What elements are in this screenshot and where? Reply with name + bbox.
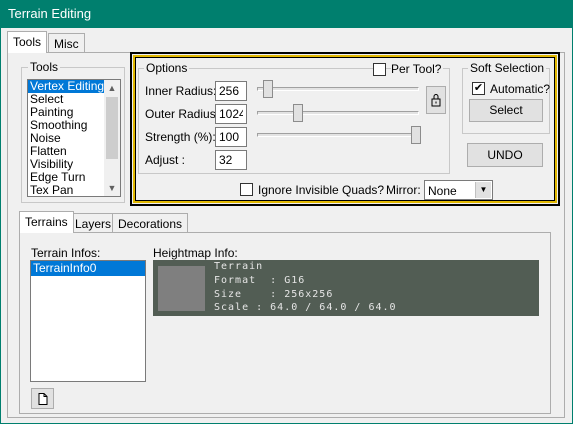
outer-radius-slider-thumb[interactable] bbox=[293, 104, 303, 122]
heightmap-info-label: Heightmap Info: bbox=[153, 246, 238, 260]
new-terrain-info-button[interactable] bbox=[31, 388, 54, 409]
inner-radius-slider[interactable] bbox=[257, 87, 419, 91]
tab-misc[interactable]: Misc bbox=[48, 33, 85, 53]
tab-layers-label: Layers bbox=[75, 217, 112, 231]
inner-radius-input[interactable] bbox=[215, 81, 247, 101]
mirror-label: Mirror: bbox=[386, 183, 421, 197]
automatic-checkbox[interactable]: ✔ bbox=[472, 82, 485, 95]
outer-radius-label: Outer Radius: bbox=[145, 107, 220, 121]
scroll-thumb[interactable] bbox=[106, 97, 118, 159]
heightmap-line-format: Format : G16 bbox=[214, 275, 306, 286]
terrain-info-item[interactable]: TerrainInfo0 bbox=[31, 261, 145, 276]
automatic-label: Automatic? bbox=[490, 82, 551, 96]
soft-selection-title: Soft Selection bbox=[468, 61, 547, 75]
tab-terrains-label: Terrains bbox=[25, 215, 68, 229]
per-tool-label: Per Tool? bbox=[391, 62, 444, 76]
strength-input[interactable] bbox=[215, 127, 247, 147]
ignore-invisible-label: Ignore Invisible Quads? bbox=[258, 183, 385, 197]
strength-label: Strength (%): bbox=[145, 130, 216, 144]
outer-radius-input[interactable] bbox=[215, 104, 247, 124]
mirror-select[interactable]: None ▼ bbox=[424, 180, 493, 200]
lock-button[interactable] bbox=[426, 86, 446, 114]
scroll-up-icon[interactable]: ▲ bbox=[104, 80, 120, 96]
options-group-title: Options bbox=[144, 61, 190, 75]
tools-group-title: Tools bbox=[28, 60, 61, 74]
inner-radius-slider-thumb[interactable] bbox=[263, 80, 273, 98]
inner-radius-label: Inner Radius: bbox=[145, 84, 217, 98]
select-button[interactable]: Select bbox=[469, 99, 543, 122]
adjust-label: Adjust : bbox=[145, 153, 186, 167]
new-document-icon bbox=[38, 393, 47, 405]
tab-misc-label: Misc bbox=[54, 37, 79, 51]
strength-slider-thumb[interactable] bbox=[411, 126, 421, 144]
chevron-down-icon[interactable]: ▼ bbox=[475, 182, 491, 198]
tab-layers[interactable]: Layers bbox=[69, 213, 118, 233]
scroll-down-icon[interactable]: ▼ bbox=[104, 180, 120, 196]
tab-decorations[interactable]: Decorations bbox=[112, 213, 189, 233]
heightmap-line-name: Terrain bbox=[214, 261, 264, 272]
terrain-infos-listbox[interactable]: TerrainInfo0 bbox=[30, 260, 146, 382]
tools-scrollbar[interactable]: ▲ ▼ bbox=[104, 80, 120, 196]
tab-tools[interactable]: Tools bbox=[7, 31, 48, 53]
strength-slider[interactable] bbox=[257, 133, 419, 137]
per-tool-checkbox[interactable] bbox=[373, 63, 386, 76]
heightmap-line-size: Size : 256x256 bbox=[214, 289, 334, 300]
heightmap-info-panel: Terrain Format : G16 Size : 256x256 Scal… bbox=[153, 260, 539, 316]
outer-radius-slider[interactable] bbox=[257, 111, 419, 115]
heightmap-line-scale: Scale : 64.0 / 64.0 / 64.0 bbox=[214, 302, 397, 313]
terrain-infos-label: Terrain Infos: bbox=[31, 246, 101, 260]
tab-terrains[interactable]: Terrains bbox=[19, 211, 74, 233]
tab-tools-label: Tools bbox=[13, 35, 42, 49]
tab-decorations-label: Decorations bbox=[118, 217, 183, 231]
lock-icon bbox=[431, 94, 441, 107]
ignore-invisible-checkbox[interactable] bbox=[240, 183, 253, 196]
undo-button[interactable]: UNDO bbox=[467, 143, 543, 167]
tools-listbox[interactable]: Vertex Editing Select Painting Smoothing… bbox=[27, 79, 121, 197]
title-bar[interactable]: Terrain Editing bbox=[0, 0, 573, 28]
adjust-input[interactable] bbox=[215, 150, 247, 170]
window-title: Terrain Editing bbox=[8, 6, 92, 21]
heightmap-preview bbox=[158, 266, 205, 311]
mirror-select-value: None bbox=[428, 184, 457, 198]
